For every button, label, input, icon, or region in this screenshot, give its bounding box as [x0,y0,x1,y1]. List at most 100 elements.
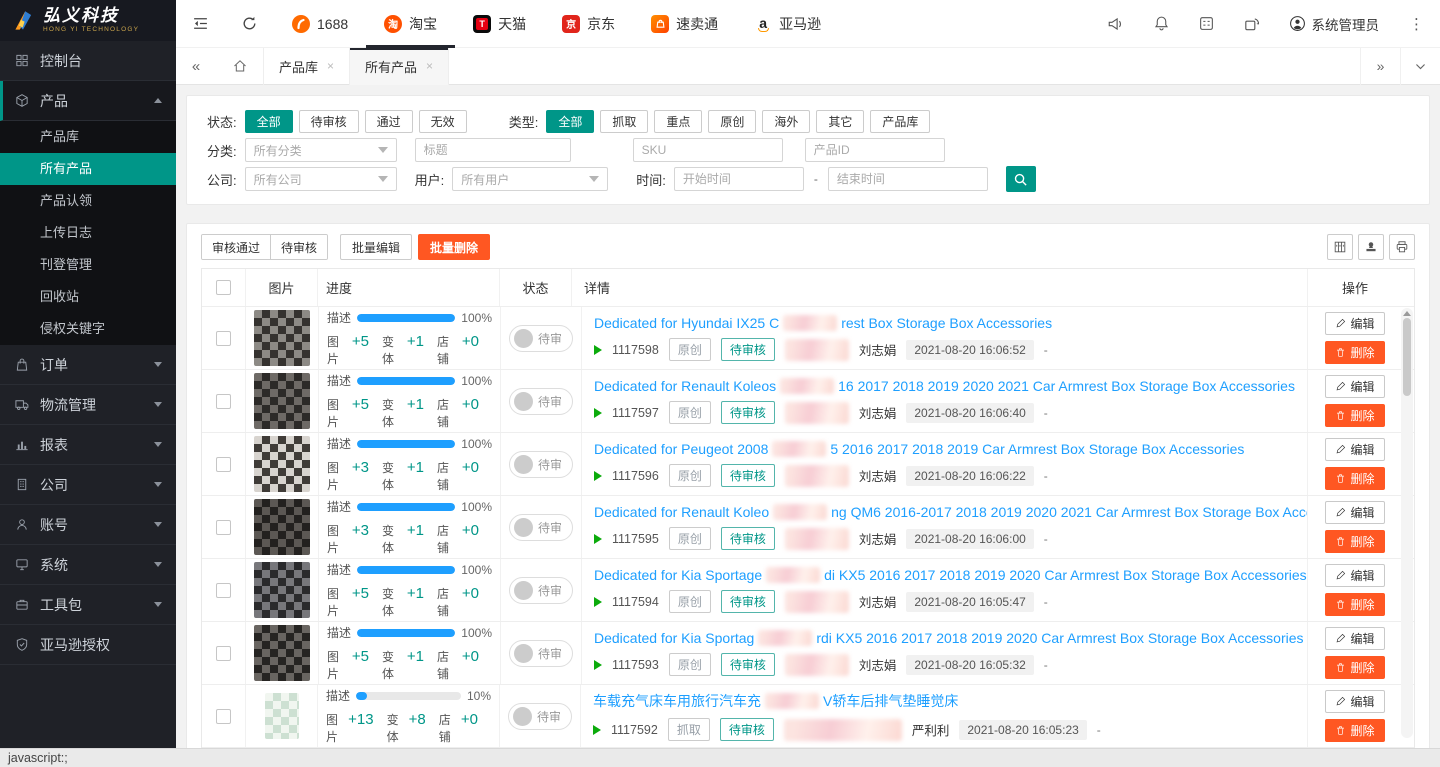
platform-tab-amazon[interactable]: a 亚马逊 [736,0,839,48]
platform-tab-1688[interactable]: 1688 [274,0,366,48]
edit-button[interactable]: 编辑 [1325,690,1385,713]
sidebar-item-company[interactable]: 公司 [0,465,176,505]
type-filter-overseas[interactable]: 海外 [762,110,810,133]
category-select[interactable]: 所有分类 [245,138,397,162]
play-icon[interactable] [594,345,602,355]
status-filter-pending[interactable]: 待审核 [299,110,359,133]
row-checkbox[interactable] [216,394,231,409]
tabs-scroll-right-icon[interactable]: » [1360,48,1400,85]
more-menu-icon[interactable]: ⋮ [1393,15,1440,33]
sidebar-item-toolkit[interactable]: 工具包 [0,585,176,625]
product-thumbnail[interactable] [254,625,310,681]
status-toggle[interactable]: 待审 [509,451,573,478]
apps-grid-icon[interactable] [1184,0,1229,48]
product-thumbnail[interactable] [254,562,310,618]
approve-button[interactable]: 审核通过 [202,235,270,259]
product-title-link[interactable]: Dedicated for Kia Sportagrdi KX5 2016 20… [594,630,1304,646]
delete-button[interactable]: 删除 [1325,341,1385,364]
sku-input[interactable] [633,138,783,162]
platform-tab-tmall[interactable]: T 天猫 [455,0,544,48]
set-pending-button[interactable]: 待审核 [270,235,327,259]
tabs-dropdown-icon[interactable] [1400,48,1440,85]
close-tab-icon[interactable]: × [426,59,433,73]
play-icon[interactable] [594,534,602,544]
sidebar-subitem-infringing-keywords[interactable]: 侵权关键字 [0,313,176,345]
batch-delete-button[interactable]: 批量删除 [418,234,490,260]
product-thumbnail[interactable] [254,436,310,492]
status-toggle[interactable]: 待审 [509,514,573,541]
edit-button[interactable]: 编辑 [1325,627,1385,650]
scrollbar-thumb[interactable] [1403,318,1411,396]
platform-tab-aliexpress[interactable]: 速卖通 [633,0,736,48]
product-title-link[interactable]: Dedicated for Peugeot 20085 2016 2017 20… [594,441,1244,457]
sidebar-subitem-all-products[interactable]: 所有产品 [0,153,176,185]
user-menu[interactable]: 系统管理员 [1275,14,1394,34]
sidebar-item-logistics[interactable]: 物流管理 [0,385,176,425]
edit-button[interactable]: 编辑 [1325,438,1385,461]
sidebar-item-console[interactable]: 控制台 [0,41,176,81]
table-scrollbar[interactable] [1401,308,1413,738]
export-icon[interactable] [1358,234,1384,260]
status-filter-approved[interactable]: 通过 [365,110,413,133]
status-toggle[interactable]: 待审 [509,325,573,352]
delete-button[interactable]: 删除 [1325,656,1385,679]
play-icon[interactable] [594,597,602,607]
type-filter-original[interactable]: 原创 [708,110,756,133]
edit-button[interactable]: 编辑 [1325,312,1385,335]
edit-button[interactable]: 编辑 [1325,375,1385,398]
search-button[interactable] [1006,166,1036,192]
row-checkbox[interactable] [216,520,231,535]
row-checkbox[interactable] [216,583,231,598]
product-thumbnail[interactable] [254,373,310,429]
product-title-link[interactable]: Dedicated for Hyundai IX25 Crest Box Sto… [594,315,1052,331]
batch-edit-button[interactable]: 批量编辑 [340,234,412,260]
sidebar-item-system[interactable]: 系统 [0,545,176,585]
type-filter-library[interactable]: 产品库 [870,110,930,133]
status-toggle[interactable]: 待审 [508,703,572,730]
refresh-icon[interactable] [225,0,274,48]
sidebar-subitem-product-claim[interactable]: 产品认领 [0,185,176,217]
scroll-up-icon[interactable] [1403,311,1411,316]
product-thumbnail[interactable] [265,693,299,739]
type-filter-other[interactable]: 其它 [816,110,864,133]
row-checkbox[interactable] [216,646,231,661]
product-title-link[interactable]: 车载充气床车用旅行汽车充V轿车后排气垫睡觉床 [593,691,958,711]
sidebar-item-accounts[interactable]: 账号 [0,505,176,545]
user-select[interactable]: 所有用户 [452,167,608,191]
product-id-input[interactable] [805,138,945,162]
delete-button[interactable]: 删除 [1325,530,1385,553]
sidebar-item-amazon-auth[interactable]: 亚马逊授权 [0,625,176,665]
select-all-checkbox[interactable] [216,280,231,295]
tabs-scroll-left-icon[interactable]: « [176,48,216,85]
row-checkbox[interactable] [216,331,231,346]
status-toggle[interactable]: 待审 [509,640,573,667]
end-time-input[interactable] [828,167,988,191]
package-sync-icon[interactable] [1229,0,1275,48]
delete-button[interactable]: 删除 [1325,593,1385,616]
sidebar-item-orders[interactable]: 订单 [0,345,176,385]
play-icon[interactable] [593,725,601,735]
sidebar-subitem-upload-log[interactable]: 上传日志 [0,217,176,249]
status-filter-invalid[interactable]: 无效 [419,110,467,133]
status-filter-all[interactable]: 全部 [245,110,293,133]
home-tab-icon[interactable] [216,48,264,85]
platform-tab-taobao[interactable]: 淘 淘宝 [366,0,455,48]
product-title-link[interactable]: Dedicated for Renault Koleos16 2017 2018… [594,378,1295,394]
edit-button[interactable]: 编辑 [1325,564,1385,587]
row-checkbox[interactable] [216,457,231,472]
title-input[interactable] [415,138,571,162]
type-filter-scraped[interactable]: 抓取 [600,110,648,133]
status-toggle[interactable]: 待审 [509,577,573,604]
sidebar-subitem-recycle-bin[interactable]: 回收站 [0,281,176,313]
play-icon[interactable] [594,408,602,418]
company-select[interactable]: 所有公司 [245,167,397,191]
play-icon[interactable] [594,471,602,481]
platform-tab-jd[interactable]: 京 京东 [544,0,633,48]
product-title-link[interactable]: Dedicated for Kia Sportagedi KX5 2016 20… [594,567,1307,583]
notifications-bell-icon[interactable] [1139,0,1184,48]
product-title-link[interactable]: Dedicated for Renault Koleong QM6 2016-2… [594,504,1308,520]
type-filter-all[interactable]: 全部 [546,110,594,133]
delete-button[interactable]: 删除 [1325,404,1385,427]
delete-button[interactable]: 删除 [1325,467,1385,490]
sidebar-item-product[interactable]: 产品 [0,81,176,121]
